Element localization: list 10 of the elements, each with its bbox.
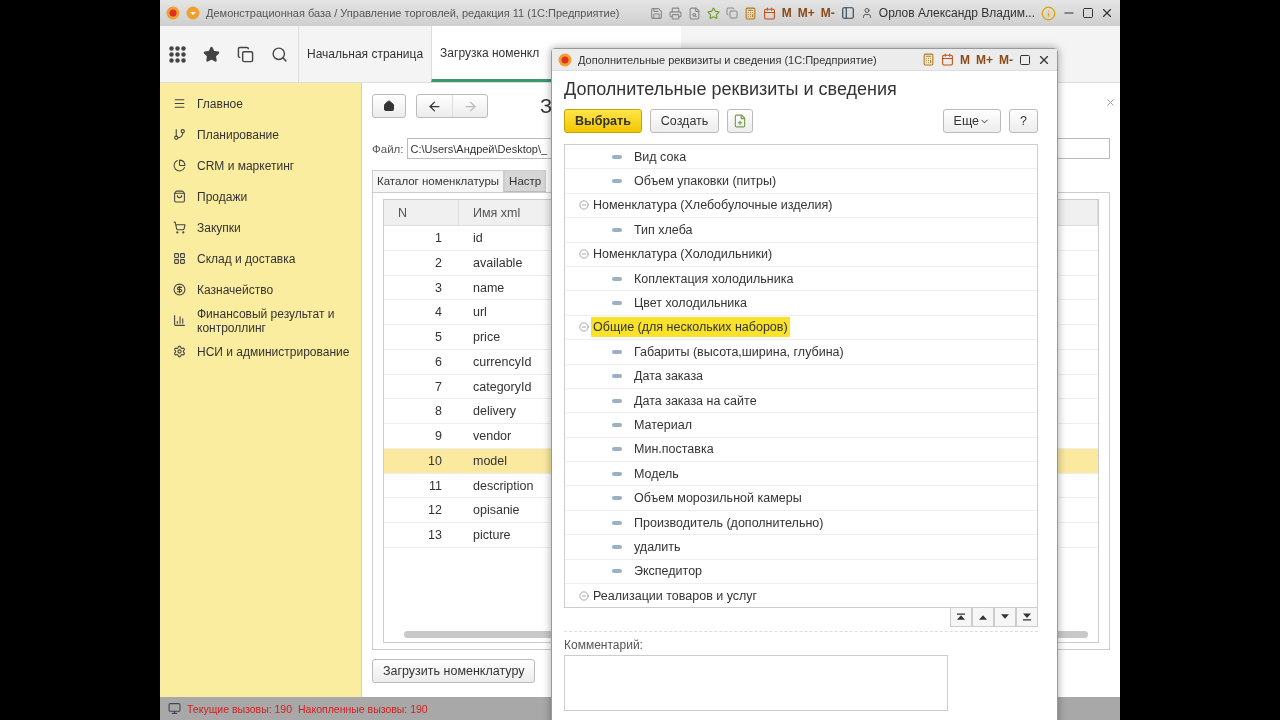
- status-text: Накопленные вызовы: 190: [298, 702, 428, 715]
- comment-label: Комментарий:: [564, 638, 644, 652]
- dialog-title: Дополнительные реквизиты и сведения (1С:Предприятие): [578, 53, 878, 66]
- column-header: N: [384, 200, 459, 225]
- status-text: Текущие вызовы: 190: [187, 702, 293, 715]
- file-label: Файл:: [372, 142, 404, 155]
- user-name: Орлов Александр Владим...: [878, 6, 1035, 20]
- dialog-heading: Дополнительные реквизиты и сведения: [564, 79, 898, 100]
- page-title: З: [540, 94, 553, 118]
- window-title: Демонстрационная база / Управление торговлей, редакция 11 (1С:Предприятие): [206, 7, 621, 19]
